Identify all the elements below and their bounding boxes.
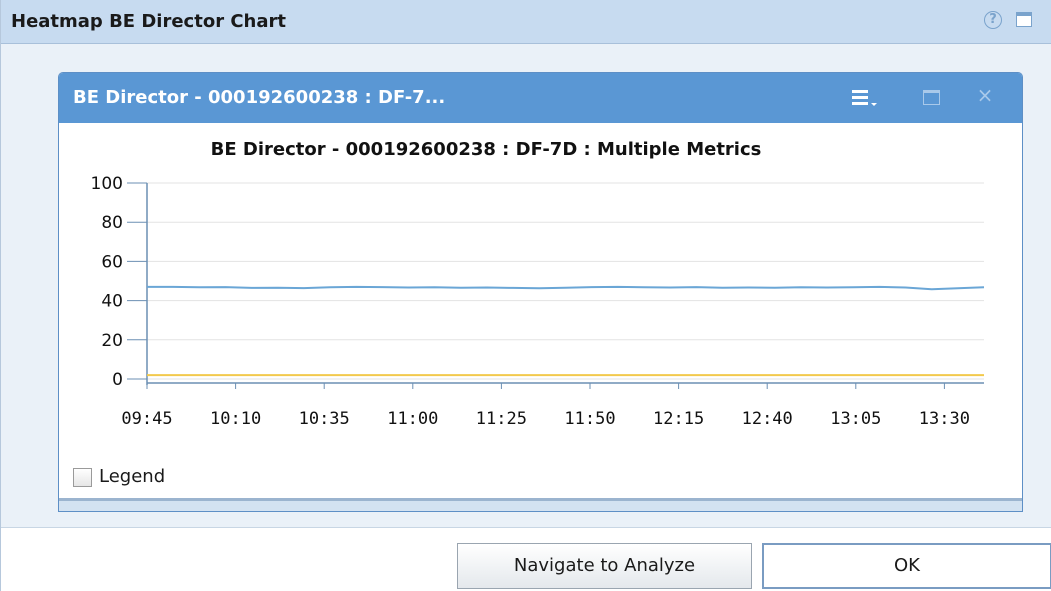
panel-footer-bar (59, 498, 1022, 511)
y-tick-label: 60 (101, 252, 123, 272)
menu-icon[interactable] (852, 90, 877, 106)
dialog-title: Heatmap BE Director Chart (11, 11, 286, 32)
chart-panel: BE Director - 000192600238 : DF-7... × B… (58, 72, 1023, 512)
x-tick-label: 11:25 (476, 409, 527, 429)
panel-maximize-icon[interactable] (923, 90, 940, 105)
chart-title: BE Director - 000192600238 : DF-7D : Mul… (211, 139, 762, 160)
x-tick-label: 11:50 (564, 409, 615, 429)
y-tick-label: 20 (101, 331, 123, 351)
help-icon[interactable]: ? (984, 11, 1002, 29)
x-tick-label: 11:00 (387, 409, 438, 429)
ok-button[interactable]: OK (762, 543, 1051, 589)
panel-header: BE Director - 000192600238 : DF-7... × (59, 73, 1022, 123)
line-chart: BE Director - 000192600238 : DF-7D : Mul… (91, 139, 985, 429)
legend-label: Legend (99, 466, 166, 487)
panel-title: BE Director - 000192600238 : DF-7... (73, 87, 446, 108)
x-tick-label: 13:30 (919, 409, 970, 429)
x-tick-label: 12:40 (742, 409, 793, 429)
y-tick-label: 100 (91, 174, 123, 194)
x-tick-label: 10:35 (299, 409, 350, 429)
x-tick-label: 09:45 (121, 409, 172, 429)
legend-checkbox[interactable] (73, 468, 92, 487)
dialog-header: Heatmap BE Director Chart ? (1, 0, 1051, 44)
maximize-icon[interactable] (1016, 12, 1032, 27)
chart-area: BE Director - 000192600238 : DF-7D : Mul… (59, 123, 1022, 503)
series-line-1 (147, 285, 985, 291)
x-tick-label: 13:05 (830, 409, 881, 429)
close-icon[interactable]: × (975, 85, 995, 105)
chart-dialog: Heatmap BE Director Chart ? BE Director … (0, 0, 1051, 591)
y-tick-label: 80 (101, 213, 123, 233)
y-tick-label: 40 (101, 292, 123, 312)
navigate-to-analyze-button[interactable]: Navigate to Analyze (457, 543, 752, 589)
x-tick-label: 12:15 (653, 409, 704, 429)
y-tick-label: 0 (112, 370, 123, 390)
x-tick-label: 10:10 (210, 409, 261, 429)
